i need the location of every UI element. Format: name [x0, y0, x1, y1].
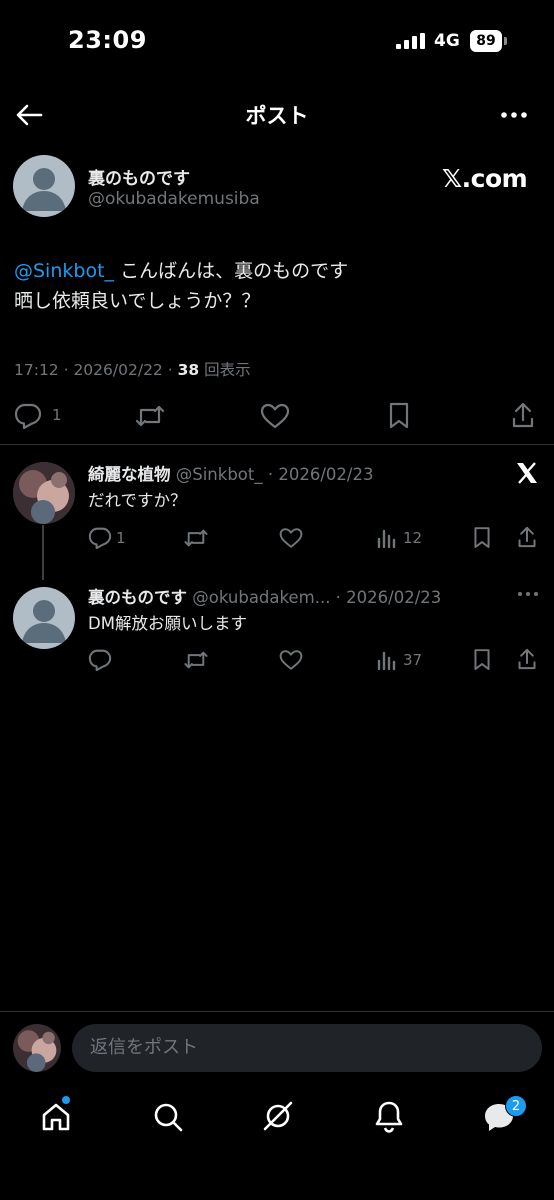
reply-author-name[interactable]: 裏のものです: [88, 588, 187, 607]
status-time: 23:09: [68, 26, 147, 54]
like-icon[interactable]: [279, 527, 303, 549]
page-title: ポスト: [245, 104, 309, 128]
post-text-line2: 晒し依頼良いでしょうか？？: [14, 290, 261, 312]
bookmark-icon[interactable]: [388, 402, 410, 430]
reply-handle-date: @Sinkbot_ · 2026/02/23: [170, 465, 374, 484]
share-icon[interactable]: [517, 525, 537, 549]
x-logo-icon: [517, 462, 537, 484]
divider: [0, 444, 554, 445]
views-count: 12: [403, 529, 423, 547]
reply-handle-date: @okubadakem... · 2026/02/23: [187, 588, 442, 607]
retweet-icon[interactable]: [183, 649, 209, 671]
reply-input[interactable]: 返信をポスト: [72, 1024, 542, 1072]
battery-tip: [504, 37, 507, 45]
reply-text: だれですか？: [88, 491, 187, 510]
reply-icon[interactable]: [88, 527, 112, 549]
grok-icon[interactable]: [261, 1099, 295, 1133]
author-name[interactable]: 裏のものです: [88, 164, 190, 189]
reply-count: 1: [116, 529, 126, 547]
bookmark-icon[interactable]: [473, 648, 491, 672]
home-badge: [61, 1095, 71, 1105]
search-icon[interactable]: [152, 1101, 184, 1133]
like-icon[interactable]: [279, 649, 303, 671]
author-handle[interactable]: @okubadakemusiba: [88, 189, 260, 209]
retweet-icon[interactable]: [134, 403, 166, 429]
share-icon[interactable]: [511, 401, 535, 429]
signal-icon: [396, 33, 425, 49]
bookmark-icon[interactable]: [473, 526, 491, 550]
thread-line: [42, 525, 44, 580]
reply-count: 1: [52, 406, 62, 424]
post-timestamp: 17:12 · 2026/02/22 ·: [14, 361, 178, 379]
reply-icon[interactable]: [88, 649, 112, 671]
source-label: 𝕏.com: [442, 164, 528, 193]
post-text: @Sinkbot_ こんばんは、裏のものです 晒し依頼良いでしょうか？？: [14, 256, 348, 316]
battery-indicator: 89: [470, 30, 502, 52]
author-avatar[interactable]: [13, 155, 75, 217]
views-icon[interactable]: [377, 527, 397, 549]
views-count: 37: [403, 651, 423, 669]
views-count: 38: [177, 361, 200, 379]
post-meta: 17:12 · 2026/02/22 · 38 回表示: [14, 358, 251, 380]
more-icon[interactable]: [517, 591, 539, 597]
share-icon[interactable]: [517, 647, 537, 671]
bell-icon[interactable]: [374, 1100, 404, 1134]
reply-author-name[interactable]: 綺麗な植物: [88, 465, 171, 484]
reply-icon[interactable]: [14, 403, 42, 429]
reply-text: DM解放お願いします: [88, 614, 247, 633]
home-icon[interactable]: [40, 1101, 72, 1133]
retweet-icon[interactable]: [183, 527, 209, 549]
messages-badge: 2: [505, 1095, 527, 1117]
mention-link[interactable]: @Sinkbot_: [14, 260, 114, 282]
views-label: 回表示: [199, 361, 251, 379]
network-label: 4G: [434, 31, 460, 51]
reply-avatar[interactable]: [13, 462, 75, 524]
post-text-line1: こんばんは、裏のものです: [114, 260, 349, 282]
reply-header: 裏のものです @okubadakem... · 2026/02/23: [88, 584, 441, 608]
reply-avatar[interactable]: [13, 587, 75, 649]
like-icon[interactable]: [260, 403, 290, 429]
reply-header: 綺麗な植物 @Sinkbot_ · 2026/02/23: [88, 461, 373, 485]
compose-avatar: [13, 1024, 61, 1072]
divider: [0, 1011, 554, 1012]
more-icon[interactable]: [500, 110, 528, 120]
views-icon[interactable]: [377, 649, 397, 671]
